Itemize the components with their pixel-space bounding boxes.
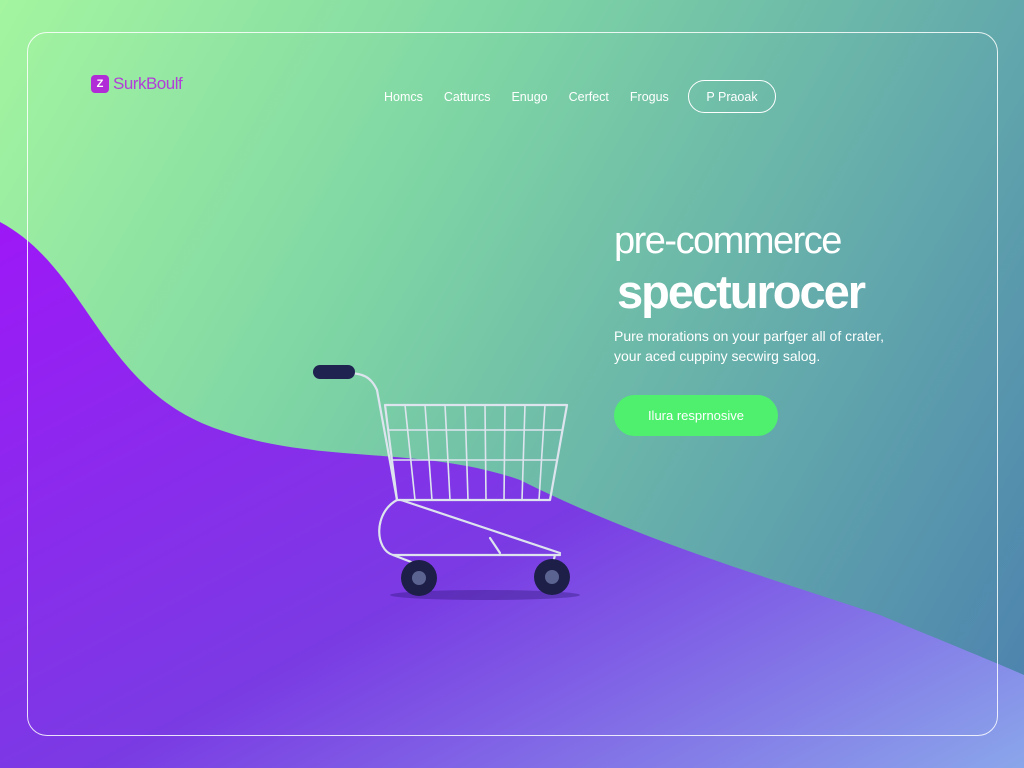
- shopping-cart-icon: [313, 365, 580, 600]
- nav-cta-button[interactable]: P Praoak: [688, 80, 776, 113]
- hero-title-line1: pre-commerce: [614, 220, 842, 262]
- nav-item-frogus[interactable]: Frogus: [630, 90, 669, 104]
- brand-name: SurkBoulf: [113, 74, 183, 93]
- hero-subtitle: Pure morations on your parfger all of cr…: [614, 328, 885, 364]
- nav-item-home[interactable]: Homcs: [384, 90, 423, 104]
- nav-item-enugo[interactable]: Enugo: [511, 90, 547, 104]
- nav-item-features[interactable]: Catturcs: [444, 90, 491, 104]
- main-nav: Homcs Catturcs Enugo Cerfect Frogus: [384, 90, 669, 104]
- nav-item-contact[interactable]: Cerfect: [569, 90, 609, 104]
- hero-cta-button[interactable]: Ilura resprnosive: [614, 395, 778, 436]
- brand-logo[interactable]: Z SurkBoulf: [91, 74, 183, 94]
- brand-logo-icon: Z: [91, 75, 109, 93]
- hero-title-line2: specturocer: [617, 265, 866, 318]
